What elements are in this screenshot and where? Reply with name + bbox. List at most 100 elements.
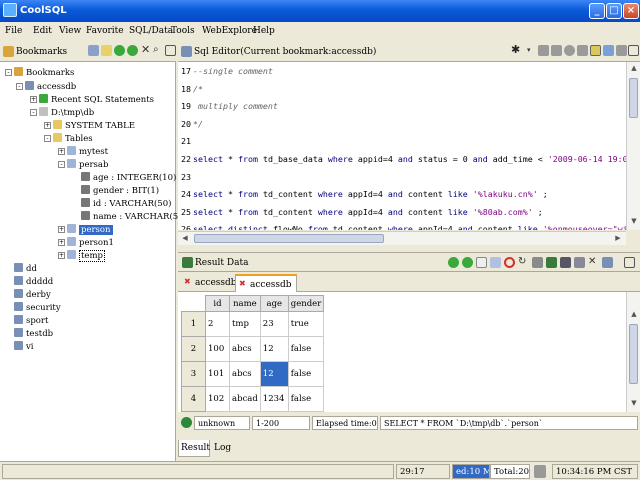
menu-sql-data[interactable]: SQL/Data bbox=[129, 26, 173, 36]
menu-file[interactable]: File bbox=[5, 26, 22, 36]
code-line[interactable]: 22 select * from td_base_data where appid… bbox=[181, 154, 626, 164]
scroll-left-arrow-icon[interactable]: ◀ bbox=[178, 232, 192, 246]
scroll-down-arrow-icon[interactable]: ▼ bbox=[627, 397, 640, 411]
scroll-right-arrow-icon[interactable]: ▶ bbox=[611, 232, 625, 246]
expand-toggle[interactable]: + bbox=[58, 148, 65, 155]
menu-edit[interactable]: Edit bbox=[33, 26, 52, 36]
table-row[interactable]: 3 101 abcs 12 false bbox=[181, 361, 325, 387]
maximize-panel-icon[interactable] bbox=[165, 45, 176, 56]
expand-toggle[interactable]: - bbox=[30, 109, 37, 116]
minimize-button[interactable]: _ bbox=[589, 3, 605, 19]
tree-root-bookmarks[interactable]: Bookmarks bbox=[14, 67, 74, 78]
cell[interactable]: tmp bbox=[229, 311, 261, 337]
expand-toggle[interactable]: - bbox=[5, 69, 12, 76]
scroll-up-arrow-icon[interactable]: ▲ bbox=[627, 62, 640, 76]
expand-toggle[interactable]: + bbox=[44, 122, 51, 129]
rollback-icon[interactable] bbox=[564, 45, 575, 56]
previous-icon[interactable] bbox=[448, 257, 459, 268]
search-icon[interactable]: ⌕ bbox=[153, 45, 164, 56]
expand-toggle[interactable]: + bbox=[30, 96, 37, 103]
expand-toggle[interactable]: - bbox=[58, 161, 65, 168]
cell[interactable]: 100 bbox=[205, 336, 230, 362]
cell[interactable]: 1234 bbox=[259, 386, 289, 412]
cancel-icon[interactable] bbox=[504, 257, 515, 268]
tree-item-mytest[interactable]: mytest bbox=[67, 146, 108, 157]
row-number[interactable]: 3 bbox=[181, 361, 206, 387]
save-icon[interactable] bbox=[603, 45, 614, 56]
maximize-panel-icon[interactable] bbox=[628, 45, 639, 56]
commit-icon[interactable] bbox=[551, 45, 562, 56]
filter-icon[interactable] bbox=[546, 257, 557, 268]
code-line[interactable]: 25 select * from td_content where appId=4… bbox=[181, 207, 543, 217]
tree-item-tables[interactable]: Tables bbox=[53, 133, 93, 144]
table-row[interactable]: 1 2 tmp 23 true bbox=[181, 311, 325, 337]
code-line[interactable]: 23 bbox=[181, 172, 193, 182]
find-icon[interactable] bbox=[590, 45, 601, 56]
tree-item-temp[interactable]: temp bbox=[67, 250, 105, 262]
close-tab-icon[interactable]: ✖ bbox=[184, 277, 191, 286]
tab-accessdb-1[interactable]: ✖ accessdb bbox=[181, 274, 241, 292]
menu-webexplore[interactable]: WebExplore bbox=[202, 26, 257, 36]
menu-favorite[interactable]: Favorite bbox=[86, 26, 124, 36]
back-icon[interactable] bbox=[114, 45, 125, 56]
tab-log[interactable]: Log bbox=[212, 440, 232, 457]
settings-icon[interactable] bbox=[616, 45, 627, 56]
code-line[interactable]: 18/* bbox=[181, 84, 203, 94]
tree-item-security[interactable]: security bbox=[14, 302, 61, 313]
save-result-icon[interactable] bbox=[560, 257, 571, 268]
close-tab-icon[interactable]: ✖ bbox=[239, 279, 246, 288]
scroll-up-arrow-icon[interactable]: ▲ bbox=[627, 308, 640, 322]
maximize-button[interactable]: □ bbox=[606, 3, 622, 19]
cell[interactable]: false bbox=[287, 336, 325, 362]
column-header-gender[interactable]: gender bbox=[287, 295, 325, 312]
tree-item-person[interactable]: person bbox=[67, 224, 113, 235]
chart-icon[interactable] bbox=[602, 257, 613, 268]
tree-column-id[interactable]: id : VARCHAR(50) bbox=[81, 198, 171, 209]
print-icon[interactable] bbox=[574, 257, 585, 268]
tree-item-vi[interactable]: vi bbox=[14, 341, 34, 352]
menu-view[interactable]: View bbox=[59, 26, 81, 36]
copy-icon[interactable] bbox=[88, 45, 99, 56]
code-line[interactable]: 26 select distinct flowNo from td_content… bbox=[181, 224, 626, 230]
cell[interactable]: true bbox=[287, 311, 325, 337]
sql-editor[interactable]: 17 --single comment 18/* 19 multiply commen… bbox=[178, 62, 626, 230]
delete-icon[interactable]: ✕ bbox=[141, 44, 152, 56]
tab-result[interactable]: Result bbox=[178, 440, 210, 457]
edit-icon[interactable] bbox=[532, 257, 543, 268]
grid-vertical-scrollbar[interactable]: ▲ ▼ bbox=[626, 292, 640, 412]
code-line[interactable]: 21 bbox=[181, 136, 193, 146]
scroll-thumb[interactable] bbox=[629, 78, 638, 118]
cell[interactable]: false bbox=[287, 361, 325, 387]
cell[interactable]: 101 bbox=[205, 361, 230, 387]
tree-item-person1[interactable]: person1 bbox=[67, 237, 114, 248]
cell[interactable]: 2 bbox=[205, 311, 230, 337]
document-icon[interactable] bbox=[476, 257, 487, 268]
scroll-thumb[interactable] bbox=[194, 234, 384, 243]
code-line[interactable]: 20 */ bbox=[181, 119, 203, 129]
expand-toggle[interactable]: - bbox=[16, 83, 23, 90]
dropdown-icon[interactable]: ▾ bbox=[527, 46, 538, 57]
maximize-panel-icon[interactable] bbox=[624, 257, 635, 268]
scroll-thumb[interactable] bbox=[629, 324, 638, 384]
cell[interactable]: false bbox=[287, 386, 325, 412]
garbage-collect-icon[interactable] bbox=[534, 465, 546, 478]
cell[interactable]: 102 bbox=[205, 386, 230, 412]
cell[interactable]: abcad bbox=[229, 386, 261, 412]
column-header-age[interactable]: age bbox=[259, 295, 289, 312]
menu-help[interactable]: Help bbox=[253, 26, 275, 36]
tree-item-dd[interactable]: dd bbox=[14, 263, 37, 274]
format-icon[interactable] bbox=[577, 45, 588, 56]
cell[interactable]: abcs bbox=[229, 336, 261, 362]
cell[interactable]: abcs bbox=[229, 361, 261, 387]
editor-vertical-scrollbar[interactable]: ▲ ▼ bbox=[626, 62, 640, 230]
folder-icon[interactable] bbox=[101, 45, 112, 56]
expand-toggle[interactable]: + bbox=[58, 226, 65, 233]
tree-item-accessdb[interactable]: accessdb bbox=[25, 81, 76, 92]
tree-item-ddddd[interactable]: ddddd bbox=[14, 276, 53, 287]
close-button[interactable]: × bbox=[623, 3, 639, 19]
tab-accessdb-2[interactable]: ✖ accessdb bbox=[235, 274, 297, 292]
tree-item-sport[interactable]: sport bbox=[14, 315, 48, 326]
selected-cell[interactable]: 12 bbox=[259, 361, 289, 387]
tree-item-recent-sql[interactable]: Recent SQL Statements bbox=[39, 94, 154, 105]
next-icon[interactable] bbox=[462, 257, 473, 268]
